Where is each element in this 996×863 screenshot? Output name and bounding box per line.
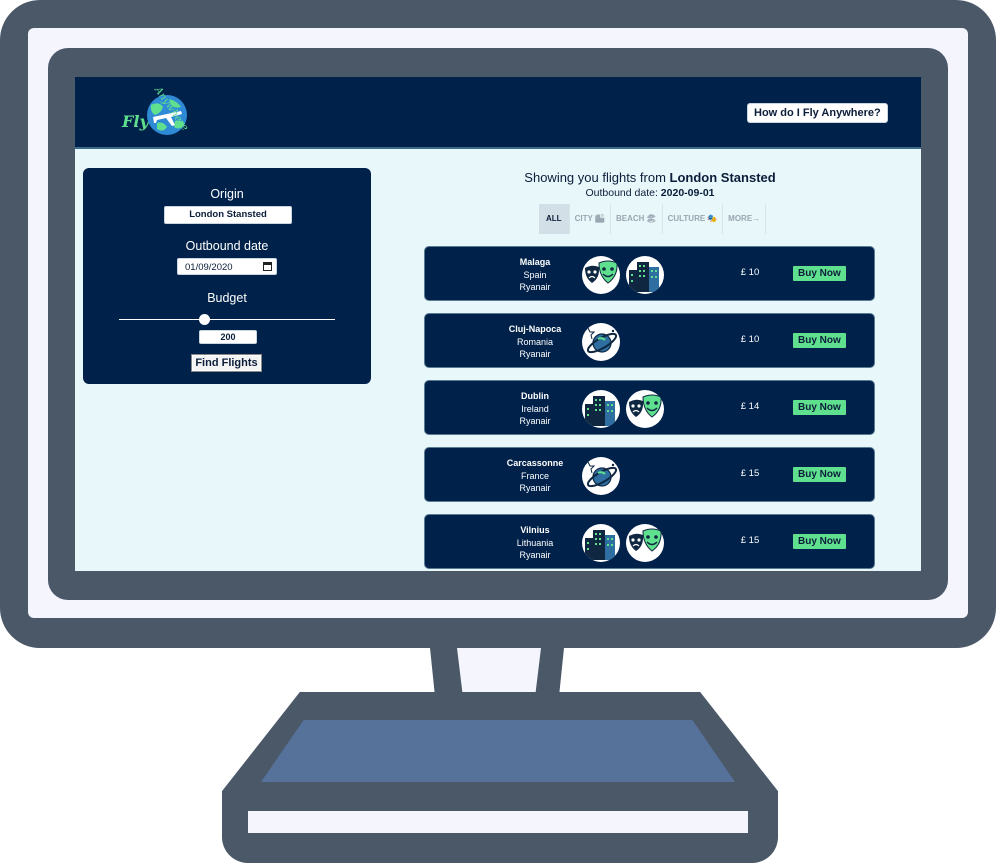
beach-icon: 🏖	[646, 214, 657, 223]
flight-card: Carcassonne France Ryanair £ 15 Buy Now	[424, 447, 875, 502]
results-subtitle-prefix: Outbound date:	[585, 187, 661, 199]
tab-label: CULTURE	[667, 214, 706, 223]
theatre-masks-icon	[626, 524, 664, 562]
destination-city: Vilnius	[520, 525, 550, 535]
budget-input[interactable]: 200	[199, 330, 257, 344]
destination-country: Ireland	[521, 403, 549, 414]
tab-more[interactable]: MORE→	[723, 204, 767, 234]
flight-card: Dublin Ireland Ryanair £ 14 Buy Now	[424, 380, 875, 435]
logo[interactable]: Fly Anywhere	[121, 85, 211, 141]
culture-icon: 🎭	[707, 214, 718, 223]
date-value: 01/09/2020	[185, 262, 233, 273]
buy-now-button[interactable]: Buy Now	[793, 333, 846, 348]
app-header: Fly Anywhere How do I Fly Anywhere?	[75, 77, 921, 149]
budget-slider-thumb[interactable]	[199, 314, 210, 325]
destination-city: Malaga	[519, 257, 551, 267]
tab-label: CITY	[574, 214, 593, 223]
planet-icon	[582, 323, 620, 361]
buy-now-button[interactable]: Buy Now	[793, 266, 846, 281]
tab-beach[interactable]: BEACH 🏖	[611, 204, 663, 234]
search-panel: Origin London Stansted Outbound date 01/…	[83, 168, 371, 384]
destination-city: Cluj-Napoca	[508, 324, 562, 334]
arrow-right-icon: →	[752, 214, 761, 223]
flight-card: Vilnius Lithuania Ryanair £ 15 Buy Now	[424, 514, 875, 569]
tab-label: ALL	[546, 214, 562, 223]
city-buildings-icon	[582, 390, 620, 428]
flight-card: Malaga Spain Ryanair £ 10 Buy Now	[424, 246, 875, 301]
airline-name: Ryanair	[519, 282, 551, 292]
tab-label: BEACH	[615, 214, 645, 223]
planet-icon	[582, 457, 620, 495]
destination-country: Lithuania	[516, 537, 554, 548]
find-flights-button[interactable]: Find Flights	[191, 354, 262, 372]
monitor-base-strip	[248, 811, 748, 833]
help-button[interactable]: How do I Fly Anywhere?	[747, 103, 888, 123]
tab-culture[interactable]: CULTURE 🎭	[663, 204, 724, 234]
calendar-icon[interactable]	[263, 262, 272, 271]
airline-name: Ryanair	[519, 416, 551, 426]
buy-now-button[interactable]: Buy Now	[793, 534, 846, 549]
city-buildings-icon	[626, 256, 664, 294]
theatre-masks-icon	[582, 256, 620, 294]
results-title-prefix: Showing you flights from	[524, 170, 670, 185]
monitor-base-top	[261, 720, 735, 782]
destination-country: Spain	[523, 269, 547, 280]
destination-info: Dublin Ireland Ryanair	[485, 390, 585, 428]
destination-country: Romania	[516, 336, 554, 347]
budget-label: Budget	[207, 291, 247, 305]
logo-text: Fly	[122, 112, 149, 131]
airline-name: Ryanair	[519, 550, 551, 560]
flight-card: Cluj-Napoca Romania Ryanair £ 10 Buy Now	[424, 313, 875, 368]
destination-info: Vilnius Lithuania Ryanair	[485, 524, 585, 562]
airline-name: Ryanair	[519, 483, 551, 493]
destination-info: Carcassonne France Ryanair	[485, 457, 585, 495]
flight-price: £ 10	[740, 267, 760, 278]
city-icon: 🏙	[594, 214, 605, 223]
tab-city[interactable]: CITY 🏙	[570, 204, 611, 234]
budget-slider-track[interactable]	[119, 319, 335, 320]
flight-price: £ 15	[740, 535, 760, 546]
results-subtitle: Outbound date: 2020-09-01	[423, 187, 877, 199]
flight-price: £ 15	[740, 468, 760, 479]
destination-info: Malaga Spain Ryanair	[485, 256, 585, 294]
theatre-masks-icon	[626, 390, 664, 428]
origin-label: Origin	[210, 187, 244, 201]
destination-info: Cluj-Napoca Romania Ryanair	[485, 323, 585, 361]
outbound-date-label: Outbound date	[185, 239, 269, 253]
flight-price: £ 10	[740, 334, 760, 345]
tab-label: MORE	[728, 214, 753, 223]
buy-now-button[interactable]: Buy Now	[793, 467, 846, 482]
results-origin: London Stansted	[669, 170, 776, 185]
destination-city: Dublin	[521, 391, 549, 401]
city-buildings-icon	[582, 524, 620, 562]
destination-city: Carcassonne	[506, 458, 564, 468]
app-screen: Fly Anywhere How do I Fly Anywhere? Orig…	[75, 77, 921, 571]
tab-all[interactable]: ALL	[539, 204, 570, 234]
results-date: 2020-09-01	[660, 187, 715, 199]
results-title: Showing you flights from London Stansted	[423, 170, 877, 185]
flight-price: £ 14	[740, 401, 760, 412]
outbound-date-input[interactable]: 01/09/2020	[177, 258, 277, 275]
destination-country: France	[520, 470, 549, 481]
category-tabs: ALL CITY 🏙 BEACH 🏖 CULTURE 🎭 MORE→	[539, 204, 767, 234]
origin-input[interactable]: London Stansted	[164, 206, 292, 224]
airline-name: Ryanair	[519, 349, 551, 359]
buy-now-button[interactable]: Buy Now	[793, 400, 846, 415]
